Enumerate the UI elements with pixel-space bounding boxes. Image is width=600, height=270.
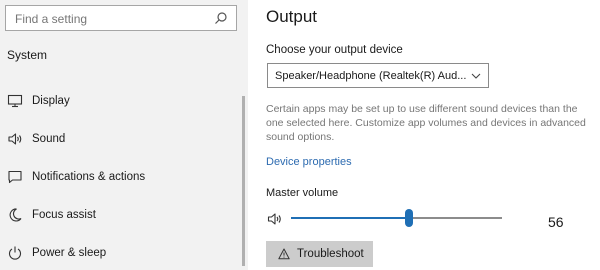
- volume-slider-fill: [291, 217, 410, 219]
- volume-speaker-icon[interactable]: [267, 212, 283, 226]
- sidebar-item-label: Notifications & actions: [32, 171, 146, 183]
- notification-icon: [8, 170, 22, 184]
- master-volume-label: Master volume: [266, 187, 339, 199]
- sidebar-item-label: Display: [32, 95, 70, 107]
- volume-value: 56: [548, 214, 564, 230]
- sidebar-item-notifications[interactable]: Notifications & actions: [0, 162, 240, 192]
- output-device-dropdown[interactable]: Speaker/Headphone (Realtek(R) Aud...: [267, 63, 489, 88]
- power-icon: [8, 246, 22, 260]
- sidebar-item-label: Focus assist: [32, 209, 96, 221]
- volume-slider-thumb[interactable]: [405, 209, 414, 227]
- sidebar-item-power-sleep[interactable]: Power & sleep: [0, 238, 240, 268]
- troubleshoot-label: Troubleshoot: [297, 248, 364, 260]
- moon-icon: [9, 208, 22, 222]
- warning-icon: [278, 248, 290, 260]
- output-device-value: Speaker/Headphone (Realtek(R) Aud...: [275, 70, 467, 82]
- device-properties-link[interactable]: Device properties: [266, 156, 352, 168]
- search-icon[interactable]: [214, 11, 228, 25]
- master-volume-slider[interactable]: [291, 209, 502, 227]
- page-title: Output: [266, 7, 318, 26]
- monitor-icon: [7, 94, 23, 108]
- chevron-down-icon: [471, 73, 481, 79]
- sidebar-item-focus-assist[interactable]: Focus assist: [0, 200, 240, 230]
- sidebar-item-label: Power & sleep: [32, 247, 107, 259]
- settings-sidebar: Find a setting System Display Sound Noti…: [0, 0, 248, 270]
- sidebar-item-display[interactable]: Display: [0, 86, 240, 116]
- speaker-icon: [8, 133, 22, 145]
- sidebar-item-sound[interactable]: Sound: [0, 124, 240, 154]
- device-description: Certain apps may be set up to use differ…: [266, 103, 586, 143]
- output-device-label: Choose your output device: [266, 44, 403, 56]
- sidebar-item-label: Sound: [32, 133, 66, 145]
- troubleshoot-button[interactable]: Troubleshoot: [266, 241, 373, 267]
- search-input[interactable]: Find a setting: [5, 5, 237, 31]
- sidebar-scrollbar[interactable]: [242, 96, 245, 266]
- sidebar-section-system[interactable]: System: [7, 48, 47, 62]
- search-placeholder: Find a setting: [15, 12, 88, 26]
